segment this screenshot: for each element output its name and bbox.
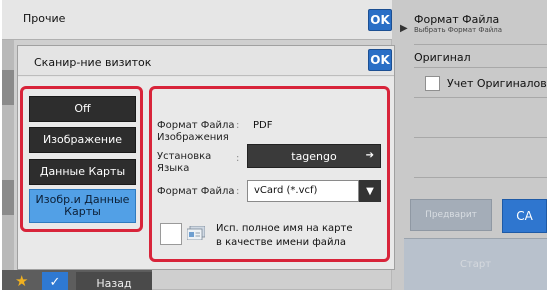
star-icon[interactable]: ★ <box>15 272 28 290</box>
image-format-label: Формат Файла Изображения <box>157 120 235 143</box>
mode-off-button[interactable]: Off <box>29 96 136 122</box>
empty-row <box>414 138 547 178</box>
language-value: tagengo <box>291 149 337 163</box>
count-originals-label: Учет Оригиналов <box>447 77 547 90</box>
file-format-subtitle: Выбрать Формат Файла <box>414 26 503 34</box>
arrow-right-icon: ➔ <box>365 150 374 161</box>
colon-separator: : <box>236 120 240 131</box>
play-arrow-icon: ▶ <box>400 23 408 34</box>
dialog-header: Сканир-ние визиток <box>18 46 394 76</box>
language-label: Установка Языка <box>157 151 212 174</box>
mode-image-and-card-data-button[interactable]: Изобр.и Данные Карты <box>29 189 136 223</box>
fullname-label: Исп. полное имя на карте в качестве имен… <box>216 223 353 248</box>
back-button[interactable]: Назад <box>76 272 152 290</box>
check-icon[interactable]: ✓ <box>42 272 68 290</box>
business-card-icon <box>187 226 205 240</box>
side-tab[interactable] <box>2 180 14 215</box>
file-format-select[interactable]: vCard (*.vcf) <box>247 180 359 202</box>
file-format-title: Формат Файла <box>414 13 500 26</box>
original-title: Оригинал <box>414 51 471 64</box>
count-originals-row[interactable]: Учет Оригиналов <box>414 68 547 98</box>
language-button[interactable]: tagengo ➔ <box>247 144 381 168</box>
original-row[interactable]: Оригинал <box>414 45 547 68</box>
preview-label: Предварит <box>425 210 477 220</box>
fullname-checkbox[interactable] <box>160 223 182 245</box>
dialog-ok-button[interactable]: OK <box>368 49 392 71</box>
file-format-row[interactable]: Формат Файла Выбрать Формат Файла <box>414 13 547 45</box>
start-label: Старт <box>459 259 492 270</box>
preview-button[interactable]: Предварит <box>410 199 492 231</box>
background-ok-button[interactable]: OK <box>368 9 392 31</box>
mode-image-button[interactable]: Изображение <box>29 127 136 153</box>
background-title-bar: Прочие <box>2 0 392 40</box>
start-button[interactable]: Старт <box>404 238 547 290</box>
colon-separator: : <box>236 186 240 197</box>
empty-row <box>414 98 547 138</box>
dialog-title: Сканир-ние визиток <box>34 56 152 69</box>
chevron-down-icon[interactable]: ▼ <box>359 180 381 202</box>
file-format-label: Формат Файла <box>157 186 235 197</box>
mode-card-data-button[interactable]: Данные Карты <box>29 159 136 185</box>
image-format-value: PDF <box>253 120 273 131</box>
ca-button[interactable]: CA <box>502 199 547 233</box>
colon-separator: : <box>236 153 240 164</box>
screen: Прочие OK ▶ Формат Файла Выбрать Формат … <box>2 0 547 290</box>
side-tab[interactable] <box>2 70 14 105</box>
background-title: Прочие <box>23 12 66 25</box>
count-originals-checkbox[interactable] <box>425 76 440 91</box>
